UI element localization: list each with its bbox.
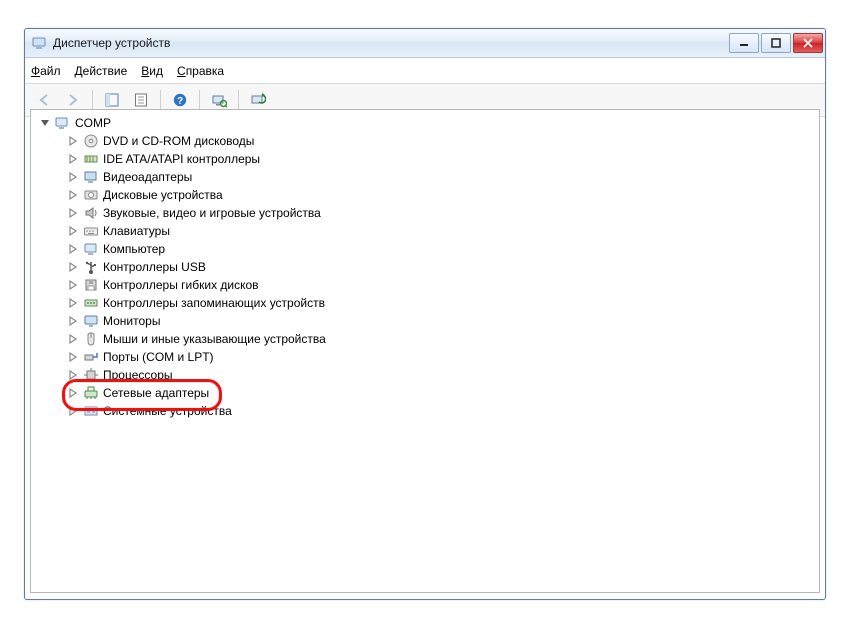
tree-item-label: Сетевые адаптеры (103, 384, 209, 402)
menubar: Файл Действие Вид Справка (25, 58, 825, 84)
tree-item[interactable]: Порты (COM и LPT) (67, 348, 819, 366)
expander-icon[interactable] (67, 189, 79, 201)
menu-view[interactable]: Вид (141, 64, 163, 78)
expander-icon[interactable] (67, 351, 79, 363)
system-device-icon (83, 403, 99, 419)
menu-action[interactable]: Действие (75, 64, 128, 78)
tree-root[interactable]: COMP (39, 114, 819, 132)
expander-icon[interactable] (67, 171, 79, 183)
sound-icon (83, 205, 99, 221)
tree-item-label: Клавиатуры (103, 222, 170, 240)
tree-item-label: Мониторы (103, 312, 160, 330)
tree-item-label: IDE ATA/ATAPI контроллеры (103, 150, 260, 168)
tree-item-label: Мыши и иные указывающие устройства (103, 330, 326, 348)
tree-item[interactable]: Системные устройства (67, 402, 819, 420)
tree-item-label: Контроллеры гибких дисков (103, 276, 259, 294)
expander-icon[interactable] (67, 261, 79, 273)
tree-item-label: Компьютер (103, 240, 165, 258)
maximize-button[interactable] (761, 33, 791, 53)
tree-item[interactable]: Сетевые адаптеры (67, 384, 819, 402)
expander-icon[interactable] (67, 405, 79, 417)
close-button[interactable] (793, 33, 823, 53)
device-tree: COMP DVD и CD-ROM дисководыIDE ATA/ATAPI… (31, 110, 819, 424)
expander-icon[interactable] (67, 315, 79, 327)
tree-item[interactable]: Контроллеры USB (67, 258, 819, 276)
keyboard-icon (83, 223, 99, 239)
floppy-controller-icon (83, 277, 99, 293)
minimize-button[interactable] (729, 33, 759, 53)
tree-item-label: DVD и CD-ROM дисководы (103, 132, 254, 150)
expander-icon[interactable] (67, 225, 79, 237)
computer-icon (83, 241, 99, 257)
tree-item-label: Системные устройства (103, 402, 232, 420)
tree-item[interactable]: Компьютер (67, 240, 819, 258)
toolbar-separator (160, 90, 161, 110)
tree-item-label: Видеоадаптеры (103, 168, 192, 186)
expander-icon[interactable] (67, 135, 79, 147)
window-title: Диспетчер устройств (53, 36, 727, 50)
tree-item[interactable]: Звуковые, видео и игровые устройства (67, 204, 819, 222)
expander-icon[interactable] (67, 333, 79, 345)
tree-item-label: Дисковые устройства (103, 186, 223, 204)
cpu-icon (83, 367, 99, 383)
disk-drive-icon (83, 187, 99, 203)
tree-item[interactable]: DVD и CD-ROM дисководы (67, 132, 819, 150)
expander-icon[interactable] (67, 297, 79, 309)
tree-item[interactable]: Мыши и иные указывающие устройства (67, 330, 819, 348)
tree-root-label: COMP (75, 114, 111, 132)
tree-item[interactable]: Процессоры (67, 366, 819, 384)
tree-item[interactable]: Видеоадаптеры (67, 168, 819, 186)
tree-item[interactable]: Контроллеры гибких дисков (67, 276, 819, 294)
tree-item-label: Контроллеры запоминающих устройств (103, 294, 325, 312)
tree-item[interactable]: IDE ATA/ATAPI контроллеры (67, 150, 819, 168)
ide-controller-icon (83, 151, 99, 167)
tree-item[interactable]: Клавиатуры (67, 222, 819, 240)
app-icon (31, 35, 47, 51)
display-adapter-icon (83, 169, 99, 185)
usb-icon (83, 259, 99, 275)
menu-help[interactable]: Справка (177, 64, 224, 78)
expander-icon[interactable] (67, 243, 79, 255)
storage-controller-icon (83, 295, 99, 311)
svg-text:?: ? (177, 96, 183, 107)
port-icon (83, 349, 99, 365)
optical-drive-icon (83, 133, 99, 149)
titlebar: Диспетчер устройств (25, 29, 825, 58)
expander-icon[interactable] (67, 153, 79, 165)
tree-item[interactable]: Контроллеры запоминающих устройств (67, 294, 819, 312)
device-manager-window: Диспетчер устройств Файл Действие Вид Сп… (24, 28, 826, 600)
tree-item-label: Контроллеры USB (103, 258, 206, 276)
expander-icon[interactable] (67, 207, 79, 219)
network-adapter-icon (83, 385, 99, 401)
window-buttons (727, 33, 823, 53)
monitor-icon (83, 313, 99, 329)
toolbar-separator (199, 90, 200, 110)
expander-icon[interactable] (67, 387, 79, 399)
menu-file[interactable]: Файл (31, 64, 61, 78)
tree-item-label: Порты (COM и LPT) (103, 348, 214, 366)
computer-icon (55, 115, 71, 131)
expander-icon[interactable] (67, 279, 79, 291)
tree-item-label: Процессоры (103, 366, 173, 384)
mouse-icon (83, 331, 99, 347)
tree-item[interactable]: Дисковые устройства (67, 186, 819, 204)
expander-icon[interactable] (39, 117, 51, 129)
tree-item-label: Звуковые, видео и игровые устройства (103, 204, 321, 222)
expander-icon[interactable] (67, 369, 79, 381)
tree-item[interactable]: Мониторы (67, 312, 819, 330)
toolbar-separator (92, 90, 93, 110)
toolbar-separator (238, 90, 239, 110)
device-tree-pane[interactable]: COMP DVD и CD-ROM дисководыIDE ATA/ATAPI… (30, 109, 820, 593)
